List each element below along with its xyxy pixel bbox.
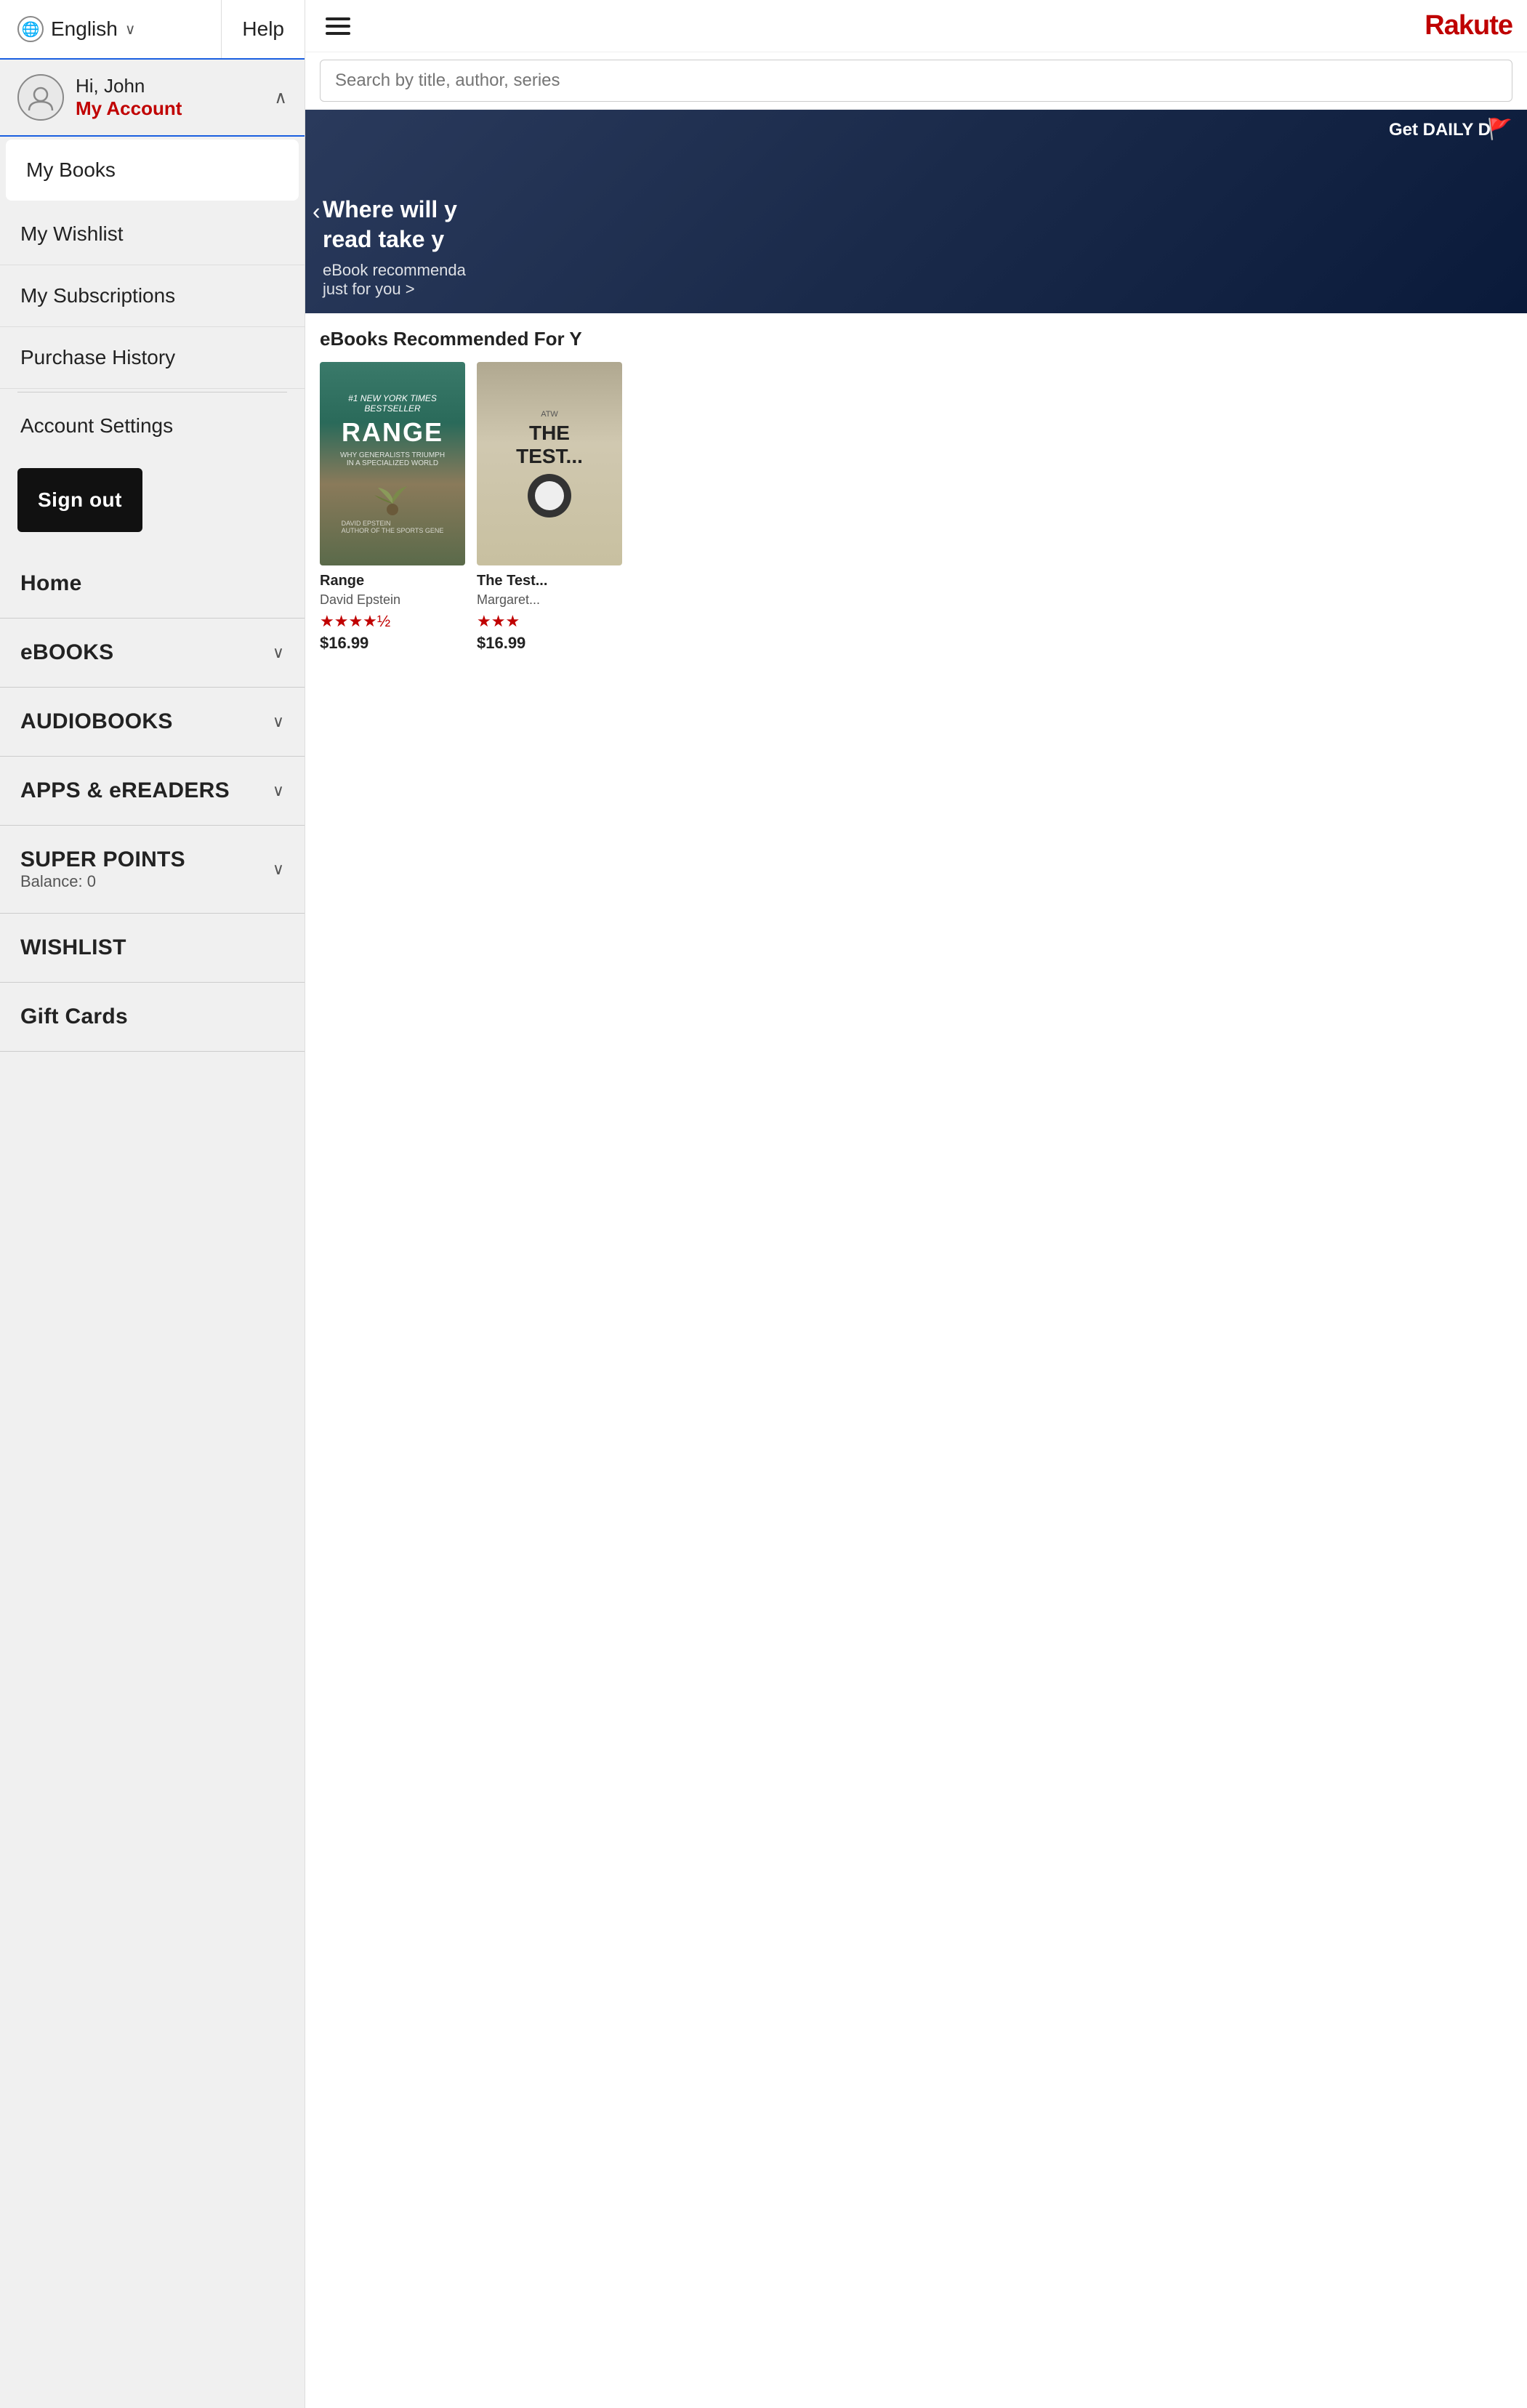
menu-item-my-wishlist[interactable]: My Wishlist bbox=[0, 204, 305, 265]
atwood-top-text: ATW bbox=[541, 410, 558, 419]
nav-apps-label: APPS & eREADERS bbox=[20, 778, 230, 803]
super-points-info: SUPER POINTS Balance: 0 bbox=[20, 847, 185, 891]
hamburger-button[interactable] bbox=[320, 12, 356, 41]
help-button[interactable]: Help bbox=[222, 0, 305, 58]
banner-area: ‹ 🚩 Get DAILY D Where will yread take y … bbox=[305, 110, 1527, 313]
banner-get-daily: Get DAILY D bbox=[1389, 120, 1491, 140]
menu-item-my-books[interactable]: My Books bbox=[6, 140, 299, 201]
recommendations-title: eBooks Recommended For Y bbox=[320, 328, 1512, 350]
book-cover-author-note: DAVID EPSTEINAUTHOR OF THE SPORTS GENE bbox=[342, 520, 444, 534]
ebooks-chevron-icon: ∨ bbox=[273, 643, 284, 662]
nav-gift-cards-label: Gift Cards bbox=[20, 1004, 128, 1029]
language-button[interactable]: 🌐 English ∨ bbox=[0, 0, 222, 58]
globe-icon: 🌐 bbox=[17, 16, 44, 42]
menu-item-account-settings[interactable]: Account Settings bbox=[0, 395, 305, 456]
help-label: Help bbox=[242, 17, 284, 41]
account-info: Hi, John My Account bbox=[76, 75, 262, 120]
recommendations-section: eBooks Recommended For Y #1 NEW YORK TIM… bbox=[305, 313, 1527, 660]
sign-out-button[interactable]: Sign out bbox=[17, 468, 142, 532]
banner-sub[interactable]: eBook recommendajust for you > bbox=[323, 261, 466, 299]
book-cover-illustration bbox=[363, 473, 422, 517]
hamburger-line-3 bbox=[326, 32, 350, 35]
book-price: $16.99 bbox=[477, 634, 622, 653]
apps-chevron-icon: ∨ bbox=[273, 781, 284, 800]
lang-help-row: 🌐 English ∨ Help bbox=[0, 0, 305, 60]
language-label: English bbox=[51, 17, 118, 41]
book-stars: ★★★ bbox=[477, 612, 622, 631]
book-badge: #1 NEW YORK TIMES BESTSELLER bbox=[329, 393, 456, 414]
nav-item-ebooks[interactable]: eBOOKS ∨ bbox=[0, 619, 305, 688]
book-card-atwood[interactable]: ATW THETEST... The Test... Margaret... ★… bbox=[477, 362, 622, 653]
account-settings-label: Account Settings bbox=[20, 414, 173, 438]
sidebar: 🌐 English ∨ Help Hi, John My Account ∧ M… bbox=[0, 0, 305, 2408]
nav-wishlist-label: WISHLIST bbox=[20, 935, 126, 960]
super-points-balance: Balance: 0 bbox=[20, 872, 185, 891]
nav-home-label: Home bbox=[20, 571, 82, 596]
hamburger-line-1 bbox=[326, 17, 350, 20]
atwood-title-cover: THETEST... bbox=[516, 422, 583, 468]
book-cover-atwood: ATW THETEST... bbox=[477, 362, 622, 565]
book-card-range[interactable]: #1 NEW YORK TIMES BESTSELLER RANGE WHY G… bbox=[320, 362, 465, 653]
avatar bbox=[17, 74, 64, 121]
account-greeting: Hi, John bbox=[76, 75, 262, 97]
search-bar bbox=[305, 52, 1527, 110]
book-title: Range bbox=[320, 573, 465, 589]
nav-item-gift-cards[interactable]: Gift Cards bbox=[0, 983, 305, 1052]
atwood-cover-circle bbox=[528, 474, 571, 518]
account-chevron-icon: ∧ bbox=[274, 87, 287, 108]
book-stars: ★★★★½ bbox=[320, 612, 465, 631]
book-title: The Test... bbox=[477, 573, 622, 589]
search-input[interactable] bbox=[320, 60, 1512, 102]
my-wishlist-label: My Wishlist bbox=[20, 222, 124, 246]
books-row: #1 NEW YORK TIMES BESTSELLER RANGE WHY G… bbox=[320, 362, 1512, 653]
account-row[interactable]: Hi, John My Account ∧ bbox=[0, 60, 305, 137]
book-price: $16.99 bbox=[320, 634, 465, 653]
book-cover-title: RANGE bbox=[342, 418, 443, 447]
account-link: My Account bbox=[76, 97, 262, 120]
purchase-history-label: Purchase History bbox=[20, 346, 175, 369]
book-cover-range: #1 NEW YORK TIMES BESTSELLER RANGE WHY G… bbox=[320, 362, 465, 565]
book-author: Margaret... bbox=[477, 592, 622, 608]
main-content: Rakute ‹ 🚩 Get DAILY D Where will yread … bbox=[305, 0, 1527, 2408]
banner-text: Where will yread take y eBook recommenda… bbox=[305, 180, 483, 313]
hamburger-line-2 bbox=[326, 25, 350, 28]
my-subscriptions-label: My Subscriptions bbox=[20, 284, 175, 307]
rakuten-logo: Rakute bbox=[1425, 10, 1512, 41]
banner-prev-button[interactable]: ‹ bbox=[313, 198, 321, 225]
audiobooks-chevron-icon: ∨ bbox=[273, 712, 284, 731]
banner-headline: Where will yread take y bbox=[323, 195, 466, 255]
nav-ebooks-label: eBOOKS bbox=[20, 640, 114, 665]
super-points-label: SUPER POINTS bbox=[20, 847, 185, 872]
nav-item-super-points[interactable]: SUPER POINTS Balance: 0 ∨ bbox=[0, 826, 305, 914]
nav-item-apps-ereaders[interactable]: APPS & eREADERS ∨ bbox=[0, 757, 305, 826]
book-author: David Epstein bbox=[320, 592, 465, 608]
banner-flag-icon: 🚩 bbox=[1487, 117, 1512, 141]
account-menu: My Books My Wishlist My Subscriptions Pu… bbox=[0, 137, 305, 544]
menu-item-purchase-history[interactable]: Purchase History bbox=[0, 327, 305, 389]
menu-item-my-subscriptions[interactable]: My Subscriptions bbox=[0, 265, 305, 327]
language-chevron-icon: ∨ bbox=[125, 20, 136, 39]
nav-audiobooks-label: AUDIOBOOKS bbox=[20, 709, 173, 734]
main-header: Rakute bbox=[305, 0, 1527, 52]
nav-item-wishlist[interactable]: WISHLIST bbox=[0, 914, 305, 983]
my-books-label: My Books bbox=[26, 158, 116, 182]
nav-item-home[interactable]: Home bbox=[0, 549, 305, 619]
book-cover-subtitle: WHY GENERALISTS TRIUMPHIN A SPECIALIZED … bbox=[340, 451, 445, 467]
super-points-chevron-icon: ∨ bbox=[273, 860, 284, 879]
nav-item-audiobooks[interactable]: AUDIOBOOKS ∨ bbox=[0, 688, 305, 757]
nav-section: Home eBOOKS ∨ AUDIOBOOKS ∨ APPS & eREADE… bbox=[0, 549, 305, 1052]
